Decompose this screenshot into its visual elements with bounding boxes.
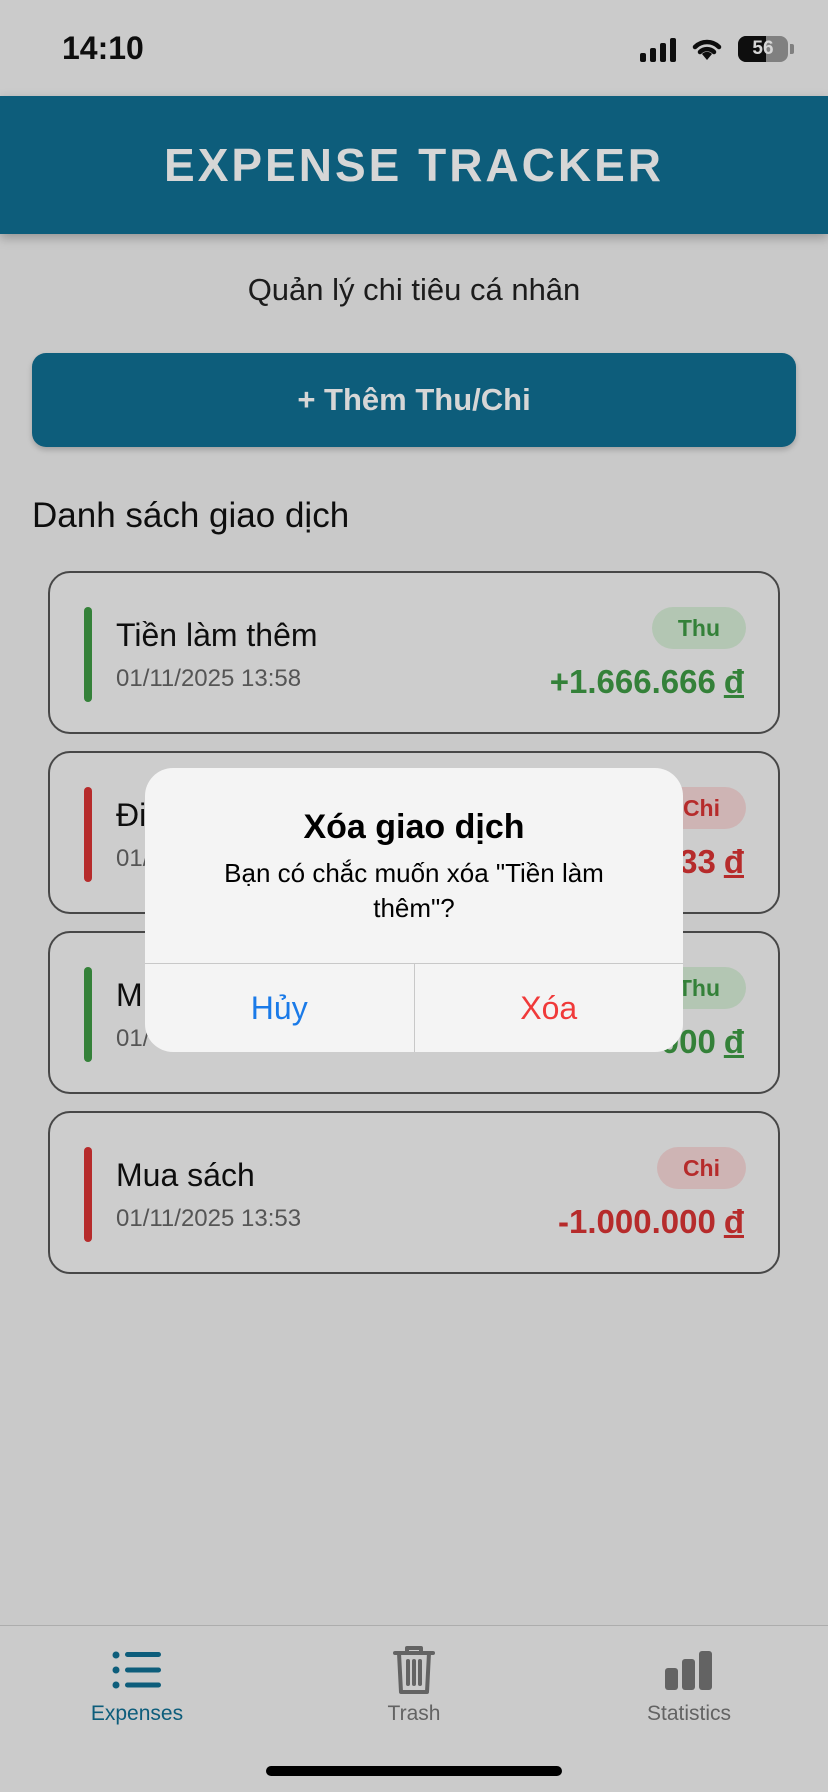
cancel-button[interactable]: Hủy (145, 964, 414, 1052)
dialog-title: Xóa giao dịch (303, 808, 525, 846)
dialog-message: Bạn có chắc muốn xóa "Tiền làm thêm"? (224, 858, 604, 923)
dialog-actions: Hủy Xóa (145, 963, 683, 1052)
delete-confirm-dialog: Xóa giao dịch Bạn có chắc muốn xóa "Tiền… (145, 768, 683, 1052)
delete-button[interactable]: Xóa (413, 964, 684, 1052)
